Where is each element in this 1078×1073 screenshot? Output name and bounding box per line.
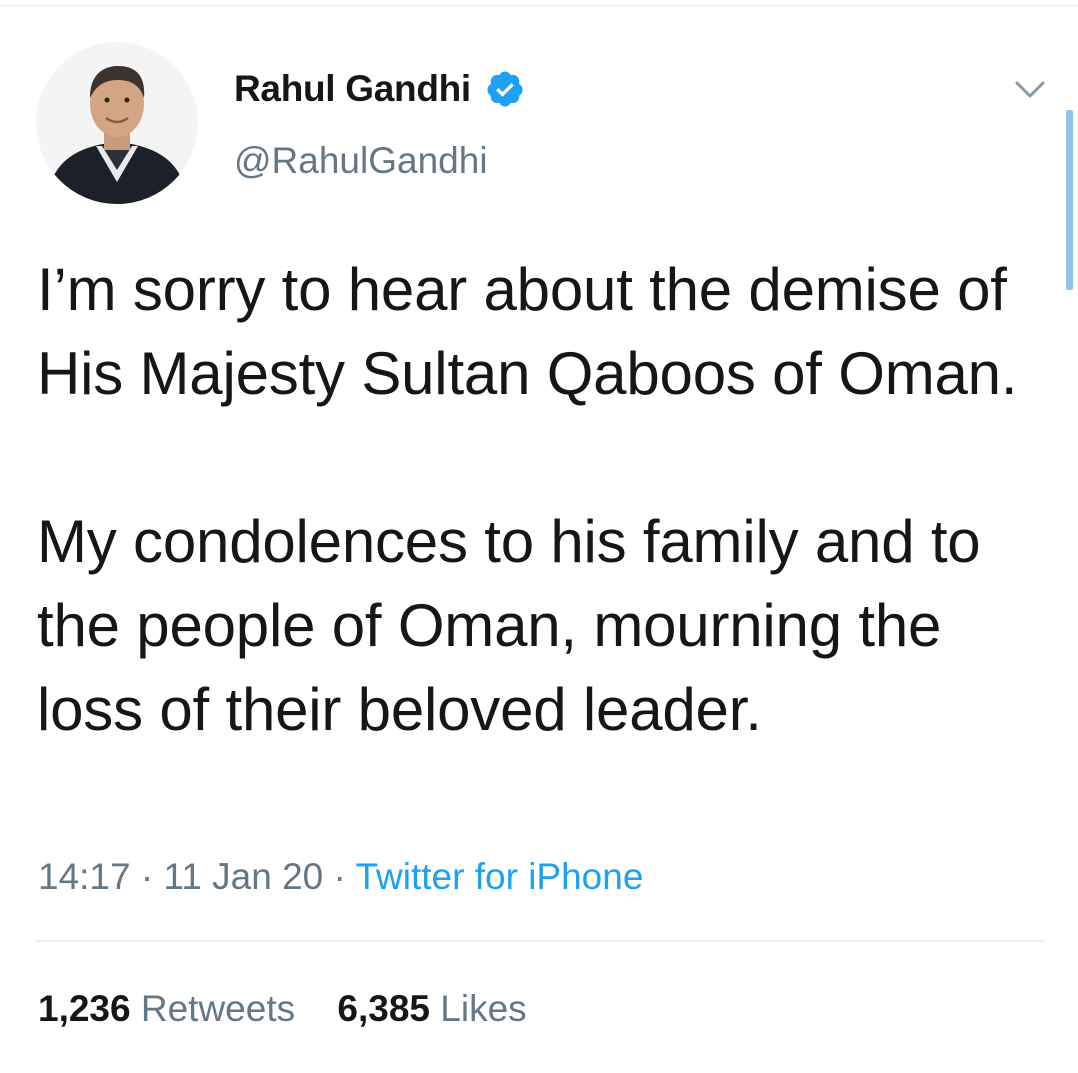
- tweet-paragraph: My condolences to his family and to the …: [37, 508, 981, 743]
- top-divider: [0, 5, 1078, 6]
- meta-separator: ·: [333, 856, 346, 897]
- author-handle[interactable]: @RahulGandhi: [234, 140, 488, 182]
- scrollbar[interactable]: [1066, 110, 1073, 290]
- retweets-count: 1,236: [38, 988, 131, 1029]
- author-name-row[interactable]: Rahul Gandhi: [234, 64, 525, 114]
- avatar[interactable]: [36, 42, 198, 204]
- meta-separator: ·: [140, 856, 154, 897]
- retweets-stat[interactable]: 1,236 Retweets: [38, 988, 305, 1029]
- tweet-time[interactable]: 14:17: [38, 856, 131, 897]
- tweet-date[interactable]: 11 Jan 20: [163, 856, 323, 897]
- likes-stat[interactable]: 6,385 Likes: [337, 988, 526, 1029]
- retweets-label: Retweets: [140, 988, 296, 1029]
- tweet-source-link[interactable]: Twitter for iPhone: [356, 856, 644, 897]
- stats-divider: [36, 940, 1044, 942]
- author-display-name[interactable]: Rahul Gandhi: [234, 68, 471, 110]
- tweet-paragraph: I’m sorry to hear about the demise of Hi…: [37, 256, 1018, 407]
- tweet-stats: 1,236 Retweets 6,385 Likes: [38, 985, 527, 1033]
- tweet-text: I’m sorry to hear about the demise of Hi…: [37, 248, 1047, 752]
- chevron-down-icon[interactable]: [1010, 70, 1050, 110]
- likes-count: 6,385: [337, 988, 430, 1029]
- tweet-meta: 14:17 · 11 Jan 20 · Twitter for iPhone: [38, 853, 643, 901]
- profile-photo: [36, 42, 198, 204]
- verified-badge-icon: [485, 69, 525, 109]
- likes-label: Likes: [440, 988, 527, 1029]
